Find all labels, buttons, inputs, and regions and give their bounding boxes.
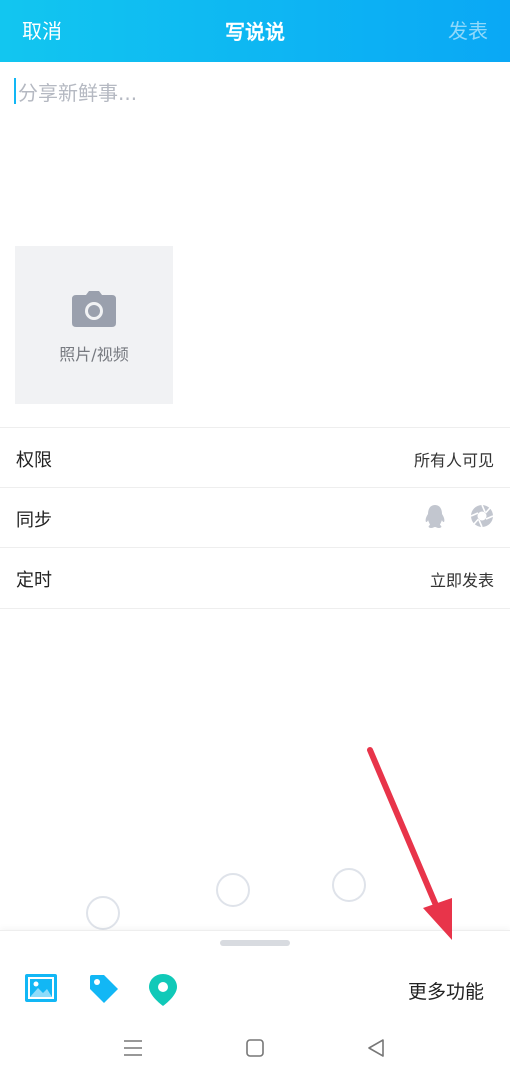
home-square-icon[interactable] <box>245 1038 265 1058</box>
permission-row[interactable]: 权限 所有人可见 <box>0 427 510 488</box>
sync-row[interactable]: 同步 <box>0 487 510 548</box>
image-icon[interactable] <box>24 973 58 1003</box>
schedule-row[interactable]: 定时 立即发表 <box>0 547 510 609</box>
title-bar: 取消 写说说 发表 <box>0 0 510 62</box>
schedule-label: 定时 <box>16 570 52 591</box>
more-features-button[interactable]: 更多功能 <box>408 977 484 1004</box>
drag-handle[interactable] <box>220 940 290 946</box>
permission-label: 权限 <box>16 450 52 471</box>
photo-video-label: 照片/视频 <box>59 345 129 364</box>
location-pin-icon[interactable] <box>148 973 178 1007</box>
post-placeholder: 分享新鲜事... <box>18 80 138 105</box>
camera-shutter-icon[interactable] <box>470 504 494 528</box>
page-title: 写说说 <box>225 20 285 44</box>
add-photo-video-button[interactable]: 照片/视频 <box>15 246 173 404</box>
schedule-value: 立即发表 <box>429 571 494 590</box>
hint-circle <box>216 873 250 907</box>
camera-icon <box>72 291 116 327</box>
qq-penguin-icon[interactable] <box>424 504 446 530</box>
text-cursor <box>14 78 16 104</box>
publish-button[interactable]: 发表 <box>448 15 488 44</box>
sync-label: 同步 <box>16 510 52 531</box>
system-nav-bar <box>0 1030 510 1070</box>
permission-value: 所有人可见 <box>413 451 494 470</box>
back-triangle-icon[interactable] <box>366 1038 386 1058</box>
hint-circle <box>86 896 120 930</box>
post-text-input[interactable]: 分享新鲜事... <box>14 76 494 106</box>
tag-icon[interactable] <box>88 973 120 1005</box>
menu-icon[interactable] <box>123 1038 143 1058</box>
hint-circle <box>332 868 366 902</box>
